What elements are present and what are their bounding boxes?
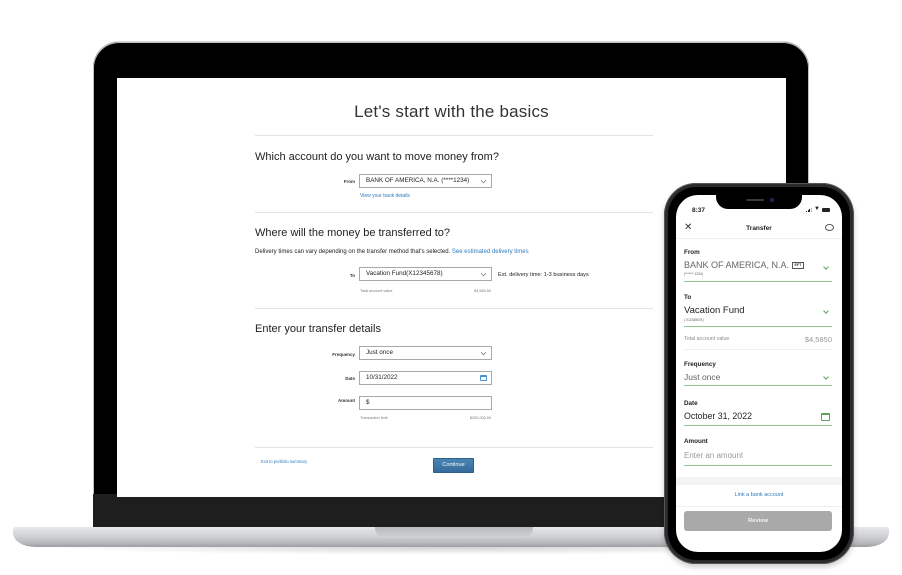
amount-label: Amount [338,398,355,403]
to-account-select[interactable]: Vacation Fund(X12345678) [359,267,492,281]
field-underline [684,281,832,282]
date-value: 10/31/2022 [366,374,398,381]
transaction-limit-label: Transaction limit [360,416,388,420]
review-button[interactable]: Review [684,511,832,531]
phone-notch [716,195,802,209]
frequency-value: Just once [366,349,393,356]
chevron-down-icon [480,177,487,184]
delivery-note: Delivery times can vary depending on the… [255,249,529,255]
chevron-down-icon [823,374,829,380]
mobile-from-sub: (******* 1234) [684,272,703,276]
chevron-down-icon [823,308,829,314]
divider [255,447,653,448]
phone-frame: 8:37 ▼ ✕ Transfer From BANK OF AMERICA, … [664,183,854,564]
chevron-down-icon [823,264,829,270]
camera [770,198,774,202]
section-separator [676,477,842,485]
eft-badge: EFT [792,262,804,270]
mobile-from-value: BANK OF AMERICA, N.A. [684,260,790,270]
battery-icon [822,207,830,212]
divider [255,212,653,213]
frequency-label: Frequency [332,352,355,357]
amount-input[interactable]: $ [359,396,492,410]
mobile-to-value[interactable]: Vacation Fund [684,305,745,316]
details-section-heading: Enter your transfer details [255,323,381,335]
date-input[interactable]: 10/31/2022 [359,371,492,385]
from-label: From [343,179,355,184]
laptop-notch [375,527,533,538]
field-underline [684,425,832,426]
view-bank-details-link[interactable]: View your bank details [360,193,410,199]
mobile-title: Transfer [746,225,772,232]
field-underline [684,385,832,386]
to-section-heading: Where will the money be transferred to? [255,227,451,239]
to-account-value: Vacation Fund(X12345678) [366,270,443,277]
wifi-icon: ▼ [814,206,820,212]
delivery-estimate: Est. delivery time: 1-3 business days [498,272,589,278]
mobile-from-select[interactable]: BANK OF AMERICA, N.A. EFT [684,260,804,270]
chevron-down-icon [480,270,487,277]
amount-prefix: $ [366,399,370,406]
total-account-value-label: Total account value [360,289,393,293]
frequency-select[interactable]: Just once [359,346,492,360]
divider [676,506,842,507]
mobile-to-sub: ( X12345678 ) [684,318,705,322]
chevron-down-icon [480,349,487,356]
mobile-to-label: To [684,294,692,301]
mobile-amount-input[interactable]: Enter an amount [684,451,743,460]
from-account-select[interactable]: BANK OF AMERICA, N.A. (****1234) [359,174,492,188]
speaker [746,199,764,201]
from-section-heading: Which account do you want to move money … [255,151,499,163]
chat-icon[interactable] [825,224,834,231]
link-bank-account[interactable]: Link a bank account [676,492,842,498]
mobile-amount-label: Amount [684,438,708,445]
phone-screen: 8:37 ▼ ✕ Transfer From BANK OF AMERICA, … [676,195,842,552]
from-account-value: BANK OF AMERICA, N.A. (****1234) [366,177,470,184]
delivery-note-text: Delivery times can vary depending on the… [255,249,451,255]
status-time: 8:37 [692,207,706,214]
mobile-frequency-value[interactable]: Just once [684,372,720,382]
calendar-icon[interactable] [480,375,487,381]
mobile-frequency-label: Frequency [684,361,716,368]
field-underline [684,465,832,466]
mobile-date-label: Date [684,400,698,407]
mobile-total-value: $4,5850 [804,335,832,344]
exit-to-portfolio-link[interactable]: Exit to portfolio summary [261,459,307,464]
date-label: Date [345,376,355,381]
mobile-header: ✕ Transfer [676,219,842,239]
transaction-limit-value: $250,000.00 [469,416,491,420]
mobile-date-value[interactable]: October 31, 2022 [684,411,752,421]
calendar-icon[interactable] [821,413,830,421]
field-underline [684,326,832,327]
total-account-value: $4,585.50 [474,289,491,293]
page-title: Let's start with the basics [354,102,549,121]
delivery-times-link[interactable]: See estimated delivery times [452,249,529,255]
divider [255,135,653,136]
to-label: To [349,273,355,278]
status-icons: ▼ [806,206,830,212]
signal-icon [806,207,813,212]
mobile-total-label: Total account value [684,336,730,342]
divider [684,349,832,350]
mobile-from-label: From [684,249,700,256]
divider [255,308,653,309]
continue-button[interactable]: Continue [433,458,474,473]
